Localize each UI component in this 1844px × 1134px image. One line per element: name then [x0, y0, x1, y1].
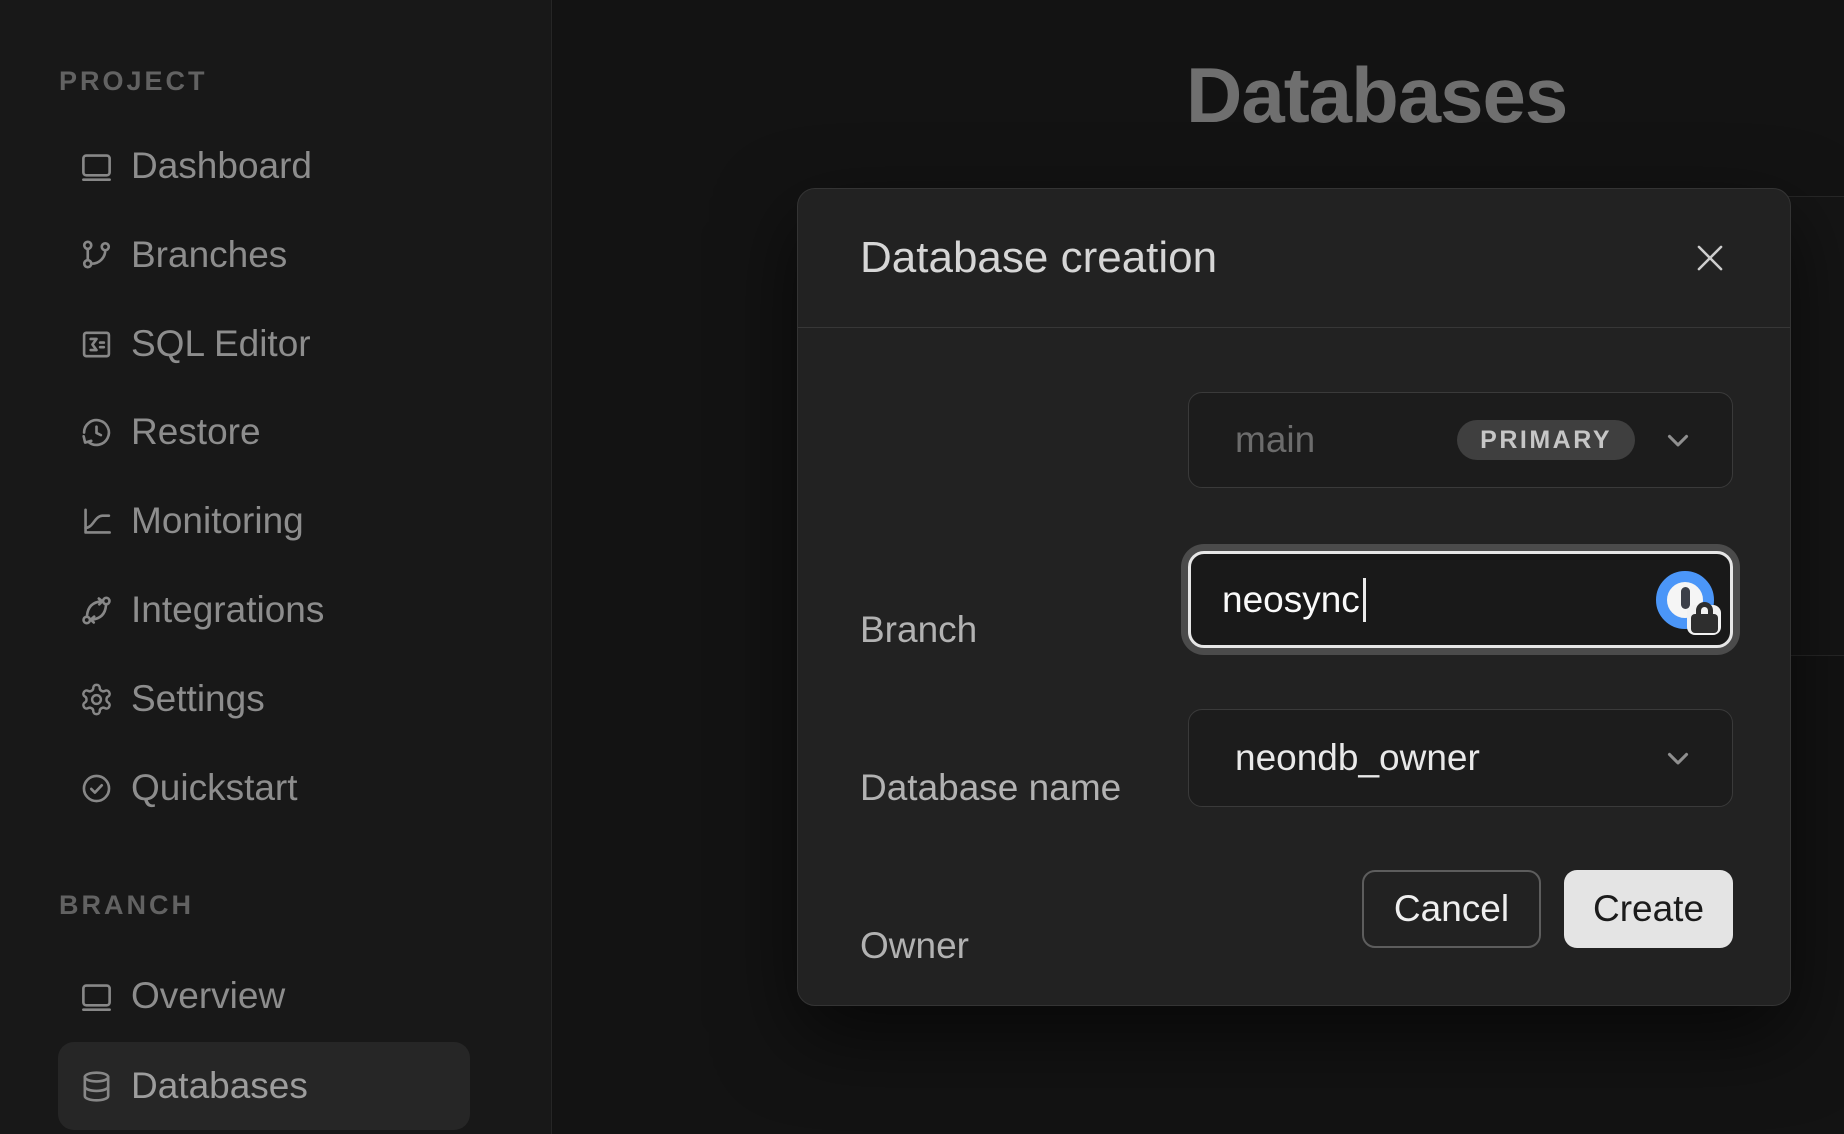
page-title: Databases [1186, 50, 1567, 141]
branch-field-label: Branch [860, 609, 977, 651]
workflow-arrows-icon [79, 593, 114, 628]
sidebar-section-project: PROJECT [59, 66, 208, 97]
database-name-value: neosync [1222, 579, 1360, 621]
sidebar-item-label: Quickstart [131, 767, 298, 809]
1password-icon[interactable] [1656, 571, 1714, 629]
sidebar-item-label: Branches [131, 234, 287, 276]
owner-field-label: Owner [860, 925, 969, 967]
close-button[interactable] [1687, 235, 1733, 281]
create-button[interactable]: Create [1564, 870, 1733, 948]
sidebar-item-databases[interactable]: Databases [58, 1042, 470, 1130]
sidebar: PROJECT Dashboard Branches SQL Editor Re… [0, 0, 552, 1134]
sidebar-item-label: Restore [131, 411, 261, 453]
database-icon [79, 1069, 114, 1104]
chevron-down-icon [1661, 423, 1695, 457]
text-caret [1363, 578, 1366, 622]
chevron-down-icon [1661, 741, 1695, 775]
window-icon [79, 149, 114, 184]
primary-badge: PRIMARY [1457, 420, 1635, 460]
sidebar-section-branch: BRANCH [59, 890, 194, 921]
modal-header: Database creation [798, 189, 1790, 328]
history-clock-icon [79, 415, 114, 450]
database-name-input[interactable]: neosync [1188, 551, 1733, 648]
sidebar-item-dashboard[interactable]: Dashboard [58, 122, 470, 210]
sidebar-item-label: Settings [131, 678, 265, 720]
chart-curve-icon [79, 504, 114, 539]
git-branch-icon [79, 238, 114, 273]
owner-select-value: neondb_owner [1235, 737, 1661, 779]
sql-terminal-icon [79, 327, 114, 362]
sidebar-item-label: Integrations [131, 589, 324, 631]
check-circle-icon [79, 771, 114, 806]
sidebar-item-branches[interactable]: Branches [58, 211, 470, 299]
sidebar-item-sql-editor[interactable]: SQL Editor [58, 300, 470, 388]
sidebar-item-label: SQL Editor [131, 323, 311, 365]
sidebar-item-label: Databases [131, 1065, 308, 1107]
sidebar-item-label: Monitoring [131, 500, 304, 542]
branch-select-value: main [1235, 419, 1457, 461]
sidebar-item-quickstart[interactable]: Quickstart [58, 744, 470, 832]
database-name-field-label: Database name [860, 767, 1121, 809]
sidebar-item-settings[interactable]: Settings [58, 655, 470, 743]
sidebar-item-restore[interactable]: Restore [58, 388, 470, 476]
database-creation-modal: Database creation Branch main PRIMARY Da… [797, 188, 1791, 1006]
x-icon [1691, 239, 1729, 277]
branch-select[interactable]: main PRIMARY [1188, 392, 1733, 488]
sidebar-item-label: Overview [131, 975, 285, 1017]
sidebar-item-overview[interactable]: Overview [58, 952, 470, 1040]
gear-icon [79, 682, 114, 717]
sidebar-item-monitoring[interactable]: Monitoring [58, 477, 470, 565]
window-icon [79, 979, 114, 1014]
sidebar-item-integrations[interactable]: Integrations [58, 566, 470, 654]
sidebar-item-label: Dashboard [131, 145, 312, 187]
owner-select[interactable]: neondb_owner [1188, 709, 1733, 807]
cancel-button[interactable]: Cancel [1362, 870, 1541, 948]
modal-title: Database creation [860, 233, 1687, 283]
